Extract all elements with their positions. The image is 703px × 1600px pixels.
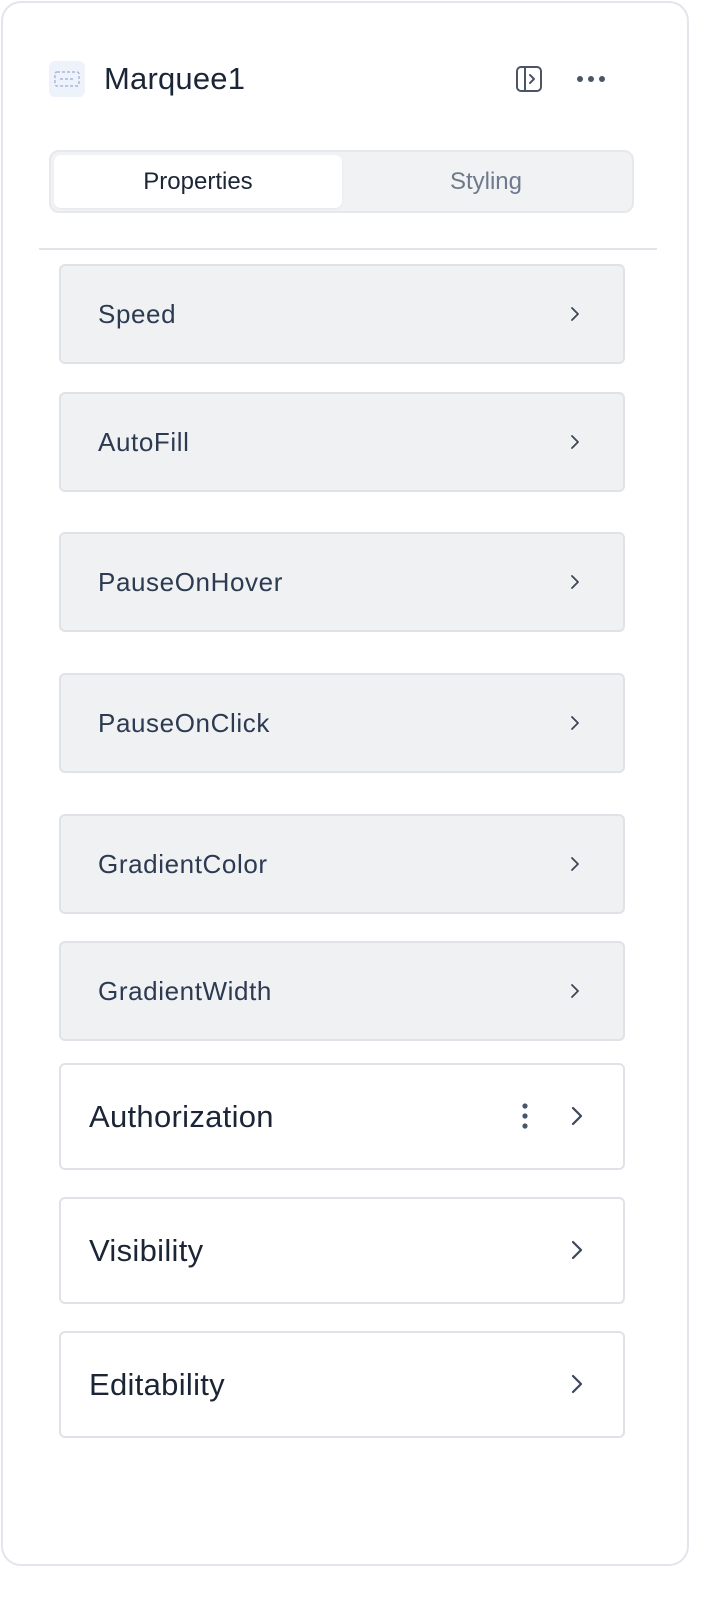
section-authorization[interactable]: Authorization	[59, 1063, 625, 1170]
more-options-button[interactable]	[575, 63, 607, 95]
property-label: GradientWidth	[98, 976, 272, 1006]
marquee-component-icon	[49, 61, 85, 97]
tab-styling[interactable]: Styling	[342, 155, 630, 208]
properties-panel: Marquee1 Properties Styling Speed AutoFi	[1, 1, 689, 1566]
chevron-right-icon	[571, 1374, 583, 1394]
property-label: Speed	[98, 299, 177, 329]
chevron-right-icon	[571, 435, 579, 449]
chevron-right-icon	[571, 307, 579, 321]
section-label: Visibility	[89, 1233, 204, 1268]
section-editability[interactable]: Editability	[59, 1331, 625, 1438]
property-row-pauseonhover[interactable]: PauseOnHover	[59, 532, 625, 632]
section-visibility[interactable]: Visibility	[59, 1197, 625, 1304]
panel-header: Marquee1	[49, 59, 609, 99]
section-label: Editability	[89, 1367, 225, 1402]
tab-properties[interactable]: Properties	[54, 155, 342, 208]
divider	[39, 248, 657, 250]
chevron-right-icon	[571, 716, 579, 730]
chevron-right-icon	[571, 575, 579, 589]
chevron-right-icon	[571, 857, 579, 871]
component-title[interactable]: Marquee1	[104, 59, 245, 99]
property-row-gradientcolor[interactable]: GradientColor	[59, 814, 625, 914]
property-row-pauseonclick[interactable]: PauseOnClick	[59, 673, 625, 773]
property-label: PauseOnClick	[98, 708, 270, 738]
more-vertical-icon	[522, 1103, 528, 1129]
more-horizontal-icon	[577, 76, 605, 82]
property-label: GradientColor	[98, 849, 268, 879]
property-label: PauseOnHover	[98, 567, 283, 597]
panel-collapse-button[interactable]	[513, 63, 545, 95]
property-label: AutoFill	[98, 427, 190, 457]
section-label: Authorization	[89, 1099, 274, 1134]
panel-collapse-icon	[516, 66, 542, 92]
property-row-speed[interactable]: Speed	[59, 264, 625, 364]
property-row-gradientwidth[interactable]: GradientWidth	[59, 941, 625, 1041]
chevron-right-icon	[571, 984, 579, 998]
section-menu-button[interactable]	[515, 1101, 535, 1131]
chevron-right-icon	[571, 1106, 583, 1126]
property-row-autofill[interactable]: AutoFill	[59, 392, 625, 492]
panel-tabs: Properties Styling	[49, 150, 634, 213]
chevron-right-icon	[571, 1240, 583, 1260]
